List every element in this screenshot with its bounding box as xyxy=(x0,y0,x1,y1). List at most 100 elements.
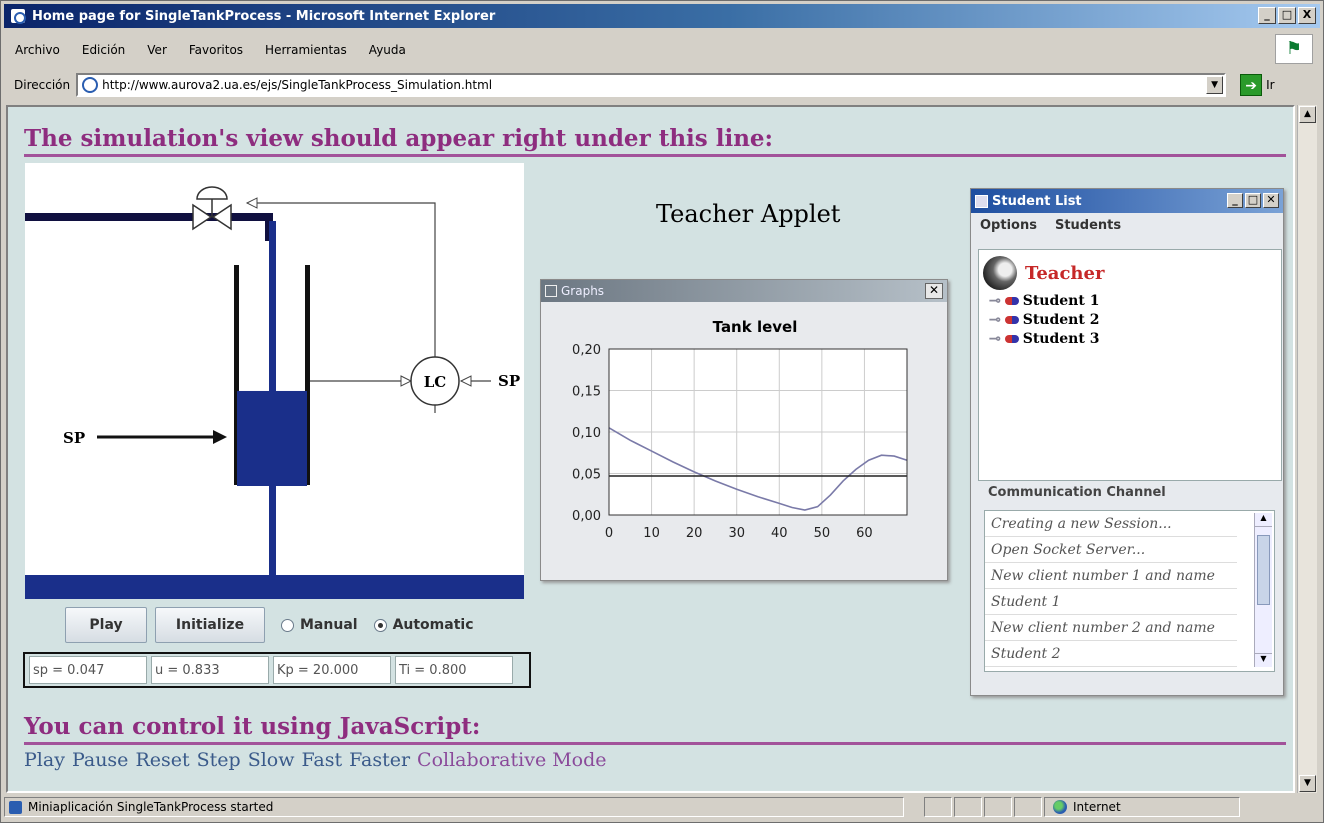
sp-field[interactable]: sp = 0.047 xyxy=(29,656,147,684)
menu-students[interactable]: Students xyxy=(1046,218,1130,233)
link-step[interactable]: Step xyxy=(197,749,241,771)
tree-handle-icon: ⊸ xyxy=(989,293,1001,309)
scroll-up-icon[interactable]: ▲ xyxy=(1255,513,1272,527)
teacher-applet-title: Teacher Applet xyxy=(656,200,841,228)
y-tick-label: 0,15 xyxy=(572,385,601,400)
zone-label: Internet xyxy=(1073,800,1121,814)
sp-left-arrow xyxy=(213,430,227,444)
status-panel xyxy=(1014,797,1042,817)
close-button[interactable]: X xyxy=(1298,7,1316,24)
log-scrollbar[interactable]: ▲ ▼ xyxy=(1254,513,1272,667)
link-slow[interactable]: Slow xyxy=(248,749,295,771)
address-input[interactable]: http://www.aurova2.ua.es/ejs/SingleTankP… xyxy=(76,73,1227,97)
tree-root[interactable]: Teacher xyxy=(979,250,1281,290)
automatic-radio[interactable]: Automatic xyxy=(373,617,474,633)
chart-title: Tank level xyxy=(713,318,798,336)
manual-radio[interactable]: Manual xyxy=(281,617,358,633)
menu-ayuda[interactable]: Ayuda xyxy=(358,43,417,57)
log-line: New client number 1 and name xyxy=(985,563,1237,589)
status-panel xyxy=(954,797,982,817)
link-reset[interactable]: Reset xyxy=(135,749,189,771)
minimize-button[interactable]: _ xyxy=(1258,7,1276,24)
link-pause[interactable]: Pause xyxy=(72,749,129,771)
page-scroll-up-icon[interactable]: ▲ xyxy=(1299,106,1316,123)
link-fast[interactable]: Fast xyxy=(301,749,342,771)
sp-left-label: SP xyxy=(63,429,85,447)
window-title: Home page for SingleTankProcess - Micros… xyxy=(32,8,496,24)
tank-process-diagram: LC SP SP xyxy=(25,186,520,578)
title-bar[interactable]: Home page for SingleTankProcess - Micros… xyxy=(4,4,1320,28)
tree-item-student-1[interactable]: ⊸ Student 1 xyxy=(979,290,1281,309)
level-signal-arrow xyxy=(400,375,413,387)
communication-channel-label: Communication Channel xyxy=(988,485,1166,500)
javascript-links: Play Pause Reset Step Slow Fast Faster Collabor… xyxy=(24,749,614,771)
x-tick-label: 60 xyxy=(856,526,873,541)
ti-field[interactable]: Ti = 0.800 xyxy=(395,656,513,684)
graphs-close-button[interactable]: ✕ xyxy=(925,283,943,299)
graphs-title-bar[interactable]: Graphs xyxy=(541,280,947,302)
address-dropdown-icon[interactable]: ▼ xyxy=(1206,76,1224,94)
chart-grid xyxy=(608,348,907,516)
u-field[interactable]: u = 0.833 xyxy=(151,656,269,684)
y-tick-label: 0,00 xyxy=(572,509,601,524)
status-message: Miniaplicación SingleTankProcess started xyxy=(28,800,274,814)
menu-herramientas[interactable]: Herramientas xyxy=(254,43,358,57)
initialize-button[interactable]: Initialize xyxy=(155,607,265,643)
tree-handle-icon: ⊸ xyxy=(989,312,1001,328)
menu-edicion[interactable]: Edición xyxy=(71,43,136,57)
link-faster[interactable]: Faster xyxy=(349,749,410,771)
address-label: Dirección xyxy=(14,78,71,92)
tree-item-student-3[interactable]: ⊸ Student 3 xyxy=(979,328,1281,347)
x-tick-label: 50 xyxy=(814,526,831,541)
chart-x-ticks: 0 10 20 30 40 50 60 xyxy=(605,526,873,541)
sl-close-button[interactable]: ✕ xyxy=(1263,193,1279,208)
page-icon xyxy=(82,77,99,93)
tank-floor xyxy=(25,575,524,599)
graphs-window-icon xyxy=(545,285,557,297)
log-line: New client number 2 and name xyxy=(985,615,1237,641)
x-tick-label: 40 xyxy=(771,526,788,541)
student-node-icon xyxy=(1004,297,1019,305)
automatic-label: Automatic xyxy=(392,617,474,633)
page-scroll-down-icon[interactable]: ▼ xyxy=(1299,775,1316,792)
status-panel xyxy=(984,797,1012,817)
link-collaborative-mode[interactable]: Collaborative Mode xyxy=(417,749,607,771)
y-tick-label: 0,10 xyxy=(572,426,601,441)
menu-favoritos[interactable]: Favoritos xyxy=(178,43,254,57)
teacher-avatar-icon xyxy=(983,256,1017,290)
go-label[interactable]: Ir xyxy=(1266,78,1274,92)
parameter-fields: sp = 0.047 u = 0.833 Kp = 20.000 Ti = 0.… xyxy=(23,652,531,688)
link-play[interactable]: Play xyxy=(24,749,65,771)
student-label: Student 3 xyxy=(1022,331,1100,347)
page-scrollbar[interactable]: ▲ ▼ xyxy=(1297,105,1317,793)
kp-field[interactable]: Kp = 20.000 xyxy=(273,656,391,684)
x-tick-label: 0 xyxy=(605,526,613,541)
menu-archivo[interactable]: Archivo xyxy=(4,43,71,57)
sl-minimize-button[interactable]: _ xyxy=(1227,193,1243,208)
student-label: Student 2 xyxy=(1022,312,1100,328)
manual-label: Manual xyxy=(300,617,358,633)
y-tick-label: 0,05 xyxy=(572,468,601,483)
divider-top xyxy=(24,154,1286,157)
tree-item-student-2[interactable]: ⊸ Student 2 xyxy=(979,309,1281,328)
x-tick-label: 30 xyxy=(728,526,745,541)
menu-options[interactable]: Options xyxy=(971,218,1046,233)
maximize-button[interactable]: □ xyxy=(1278,7,1296,24)
play-button[interactable]: Play xyxy=(65,607,147,643)
log-line: Open Socket Server... xyxy=(985,537,1237,563)
student-list-icon xyxy=(975,194,988,208)
manual-radio-dot[interactable] xyxy=(281,618,294,632)
student-list-controls: _ □ ✕ xyxy=(1227,193,1279,208)
heading-top: The simulation's view should appear righ… xyxy=(24,125,774,152)
menu-ver[interactable]: Ver xyxy=(136,43,178,57)
status-message-panel: Miniaplicación SingleTankProcess started xyxy=(4,797,904,817)
communication-log[interactable]: Creating a new Session... Open Socket Se… xyxy=(984,510,1275,672)
sl-maximize-button[interactable]: □ xyxy=(1245,193,1261,208)
scroll-down-icon[interactable]: ▼ xyxy=(1255,653,1272,667)
sp-right-arrow xyxy=(459,375,472,387)
go-arrow-icon[interactable]: ➔ xyxy=(1240,74,1263,96)
automatic-radio-dot[interactable] xyxy=(373,618,387,632)
scroll-thumb[interactable] xyxy=(1257,535,1270,605)
log-line: Student 1 xyxy=(985,589,1237,615)
simulation-view: LC SP SP xyxy=(25,163,524,581)
